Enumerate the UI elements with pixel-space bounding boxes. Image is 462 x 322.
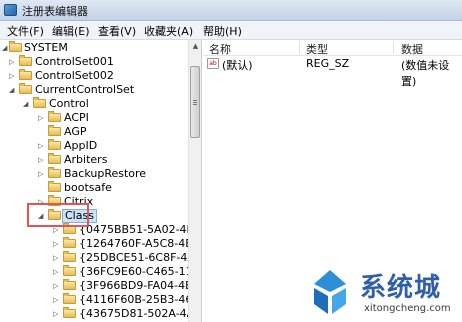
grip-line	[193, 100, 197, 101]
expand-arrow-icon[interactable]: ▷	[53, 279, 63, 293]
value-type: REG_SZ	[306, 57, 350, 70]
folder-icon	[48, 139, 61, 150]
expand-arrow-icon[interactable]: ▷	[53, 293, 63, 307]
folder-open-icon	[19, 83, 32, 94]
folder-open-icon	[33, 97, 46, 108]
tree-node-label: bootsafe	[64, 181, 112, 194]
folder-open-icon	[9, 41, 22, 52]
title-bar: 注册表编辑器	[0, 0, 462, 21]
tree-node-label: SYSTEM	[24, 41, 68, 54]
grip-line	[193, 102, 197, 103]
tree-node-label: {25DBCE51-6C8F-4A72-	[79, 251, 188, 264]
tree-node-label: {0475BB51-5A02-4EE0-	[79, 223, 188, 236]
tree-node-label: BackupRestore	[64, 167, 147, 180]
column-header-name[interactable]: 名称	[209, 41, 231, 57]
regedit-app-icon	[4, 4, 17, 16]
expand-arrow-icon[interactable]: ▷	[38, 167, 48, 181]
menu-file[interactable]: 文件(F)	[7, 23, 44, 39]
tree-scrollbar[interactable]: ▲	[188, 40, 202, 322]
expand-arrow-icon[interactable]: ▷	[53, 307, 63, 321]
tree-node-label: {43675D81-502A-4A82-	[79, 307, 188, 320]
column-header-data[interactable]: 数据	[401, 41, 423, 57]
tree-node-label: {36FC9E60-C465-11CF-	[79, 265, 188, 278]
string-value-icon: ab	[207, 58, 219, 69]
tree-node-backuprestore[interactable]: ▷ BackupRestore	[0, 167, 188, 181]
expand-arrow-icon[interactable]: ▷	[38, 139, 48, 153]
window-title: 注册表编辑器	[22, 5, 88, 18]
tree-node-label: ControlSet002	[35, 69, 114, 82]
tree-node-appid[interactable]: ▷ AppID	[0, 139, 188, 153]
value-data: (数值未设置)	[401, 59, 450, 88]
tree-node-acpi[interactable]: ▷ ACPI	[0, 111, 188, 125]
tree-node-label: ACPI	[64, 111, 89, 124]
tree-node-guid[interactable]: ▷ {4116F60B-25B3-4662-	[0, 293, 188, 307]
tree-node-label: {4116F60B-25B3-4662-	[79, 293, 188, 306]
tree-node-arbiters[interactable]: ▷ Arbiters	[0, 153, 188, 167]
tree-node-agp[interactable]: AGP	[0, 125, 188, 139]
class-highlight-box	[27, 203, 89, 227]
tree-node-controlset001[interactable]: ▷ ControlSet001	[0, 55, 188, 69]
tree-node-system[interactable]: ◢ SYSTEM	[0, 41, 188, 55]
tree-node-label: Control	[49, 97, 89, 110]
tree-node-guid[interactable]: ▷ {43675D81-502A-4A82-	[0, 307, 188, 321]
folder-icon	[63, 279, 76, 290]
folder-icon	[63, 251, 76, 262]
expand-arrow-icon[interactable]: ▷	[53, 237, 63, 251]
tree-node-label: Arbiters	[64, 153, 108, 166]
tree-node-guid[interactable]: ▷ {25DBCE51-6C8F-4A72-	[0, 251, 188, 265]
watermark-brand: 系统城	[360, 273, 442, 303]
tree-node-guid[interactable]: ▷ {3F966BD9-FA04-4EC5-	[0, 279, 188, 293]
scroll-thumb[interactable]	[190, 66, 200, 138]
menu-edit[interactable]: 编辑(E)	[52, 23, 90, 39]
expand-arrow-icon[interactable]: ▷	[9, 69, 19, 83]
tree-node-label: CurrentControlSet	[35, 83, 135, 96]
tree-node-label: AGP	[64, 125, 87, 138]
folder-icon	[19, 69, 32, 80]
xitongcheng-logo-icon	[314, 270, 346, 314]
collapse-arrow-icon[interactable]: ◢	[9, 83, 19, 97]
scroll-up-arrow-icon[interactable]: ▲	[189, 40, 202, 53]
menu-view[interactable]: 查看(V)	[98, 23, 136, 39]
expand-arrow-icon[interactable]: ▷	[38, 111, 48, 125]
expand-arrow-icon[interactable]: ▷	[53, 251, 63, 265]
folder-icon	[19, 55, 32, 66]
folder-icon	[48, 125, 61, 136]
column-header-type[interactable]: 类型	[306, 41, 328, 57]
expand-arrow-icon[interactable]: ▷	[53, 265, 63, 279]
folder-icon	[63, 265, 76, 276]
tree-node-bootsafe[interactable]: bootsafe	[0, 181, 188, 195]
folder-icon	[63, 237, 76, 248]
tree-node-controlset002[interactable]: ▷ ControlSet002	[0, 69, 188, 83]
expand-arrow-icon[interactable]: ▷	[9, 55, 19, 69]
menu-favorites[interactable]: 收藏夹(A)	[144, 23, 193, 39]
tree-node-currentcontrolset[interactable]: ◢ CurrentControlSet	[0, 83, 188, 97]
value-name: (默认)	[222, 59, 253, 72]
folder-icon	[63, 307, 76, 318]
folder-icon	[48, 111, 61, 122]
tree-node-label: {3F966BD9-FA04-4EC5-	[79, 279, 188, 292]
menu-bar: 文件(F) 编辑(E) 查看(V) 收藏夹(A) 帮助(H)	[0, 21, 462, 40]
column-separator[interactable]	[393, 41, 394, 54]
tree-node-label: AppID	[64, 139, 98, 152]
folder-icon	[48, 181, 61, 192]
tree-node-control[interactable]: ◢ Control	[0, 97, 188, 111]
folder-icon	[48, 153, 61, 164]
tree-node-label: {1264760F-A5C8-4BFE-	[79, 237, 188, 250]
folder-icon	[48, 167, 61, 178]
tree-node-guid[interactable]: ▷ {36FC9E60-C465-11CF-	[0, 265, 188, 279]
watermark-url: xitongcheng.com	[364, 303, 451, 314]
menu-help[interactable]: 帮助(H)	[203, 23, 242, 39]
list-header: 名称 类型 数据	[203, 40, 462, 56]
tree-node-guid[interactable]: ▷ {1264760F-A5C8-4BFE-	[0, 237, 188, 251]
grip-line	[193, 104, 197, 105]
collapse-arrow-icon[interactable]: ◢	[23, 97, 33, 111]
folder-icon	[63, 293, 76, 304]
value-row[interactable]: ab (默认) REG_SZ (数值未设置)	[203, 56, 462, 88]
column-separator[interactable]	[299, 41, 300, 54]
expand-arrow-icon[interactable]: ▷	[38, 153, 48, 167]
tree-node-label: ControlSet001	[35, 55, 114, 68]
registry-tree[interactable]: ◢ SYSTEM ▷ ControlSet001 ▷ ControlSet002…	[0, 40, 188, 322]
